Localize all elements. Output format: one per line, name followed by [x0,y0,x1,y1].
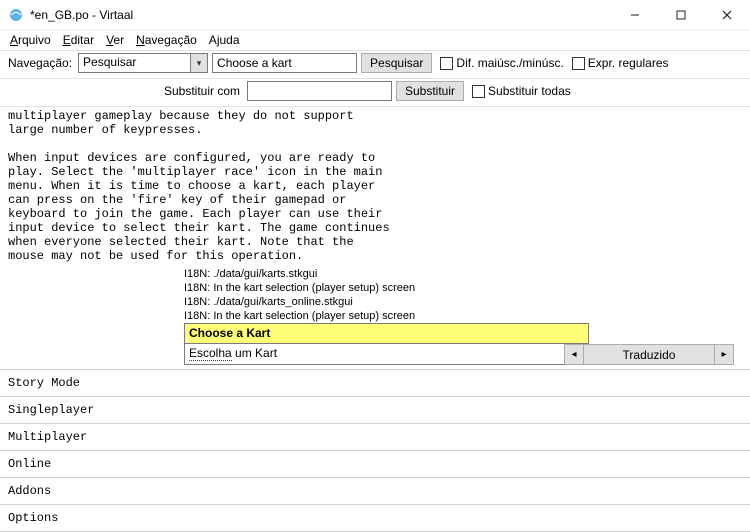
replace-input[interactable] [247,81,392,101]
menu-navegacao[interactable]: Navegação [136,33,197,47]
list-item[interactable]: Singleplayer [0,396,750,423]
menu-bar: Arquivo Editar Ver Navegação Ajuda [0,30,750,50]
target-text-input[interactable]: Escolha um Kart [184,344,589,365]
search-button[interactable]: Pesquisar [361,53,432,73]
list-item[interactable]: Multiplayer [0,423,750,450]
regex-label: Expr. regulares [588,56,669,70]
location-line: I18N: In the kart selection (player setu… [184,309,742,323]
target-rest: um Kart [232,346,277,360]
nav-mode-combo[interactable]: Pesquisar ▾ [78,53,208,73]
maximize-button[interactable] [658,0,704,29]
menu-arquivo[interactable]: Arquivo [10,33,51,47]
app-icon [8,7,24,23]
regex-checkbox[interactable]: Expr. regulares [572,56,669,70]
source-text: Choose a Kart [189,326,270,340]
location-line: I18N: In the kart selection (player setu… [184,281,742,295]
replace-button[interactable]: Substituir [396,81,464,101]
replace-all-checkbox[interactable]: Substituir todas [472,84,571,98]
list-item[interactable]: Online [0,450,750,477]
next-state-button[interactable]: ▸ [714,344,734,365]
checkbox-box [440,57,453,70]
checkbox-box [472,85,485,98]
list-item[interactable]: Story Mode [0,369,750,396]
context-text: multiplayer gameplay because they do not… [8,107,742,263]
unit-list: Story Mode Singleplayer Multiplayer Onli… [0,369,750,532]
location-line: I18N: ./data/gui/karts_online.stkgui [184,295,742,309]
source-text-box: Choose a Kart [184,323,589,344]
prev-state-button[interactable]: ◂ [564,344,584,365]
case-checkbox[interactable]: Dif. maiúsc./minúsc. [440,56,563,70]
close-button[interactable] [704,0,750,29]
status-button[interactable]: Traduzido [584,344,714,365]
target-spell-flag: Escolha [189,346,232,361]
window-title: *en_GB.po - Virtaal [30,8,612,22]
location-line: I18N: ./data/gui/karts.stkgui [184,267,742,281]
list-item[interactable]: Options [0,504,750,532]
nav-mode-value: Pesquisar [79,54,190,72]
checkbox-box [572,57,585,70]
minimize-button[interactable] [612,0,658,29]
menu-ajuda[interactable]: Ajuda [209,33,240,47]
menu-editar[interactable]: Editar [63,33,94,47]
nav-label: Navegação: [8,56,72,70]
replace-label: Substituir com [115,84,240,98]
chevron-down-icon[interactable]: ▾ [190,54,207,72]
menu-ver[interactable]: Ver [106,33,124,47]
search-input[interactable] [212,53,357,73]
list-item[interactable]: Addons [0,477,750,504]
replace-all-label: Substituir todas [488,84,571,98]
source-locations: I18N: ./data/gui/karts.stkgui I18N: In t… [8,267,742,323]
case-label: Dif. maiúsc./minúsc. [456,56,563,70]
